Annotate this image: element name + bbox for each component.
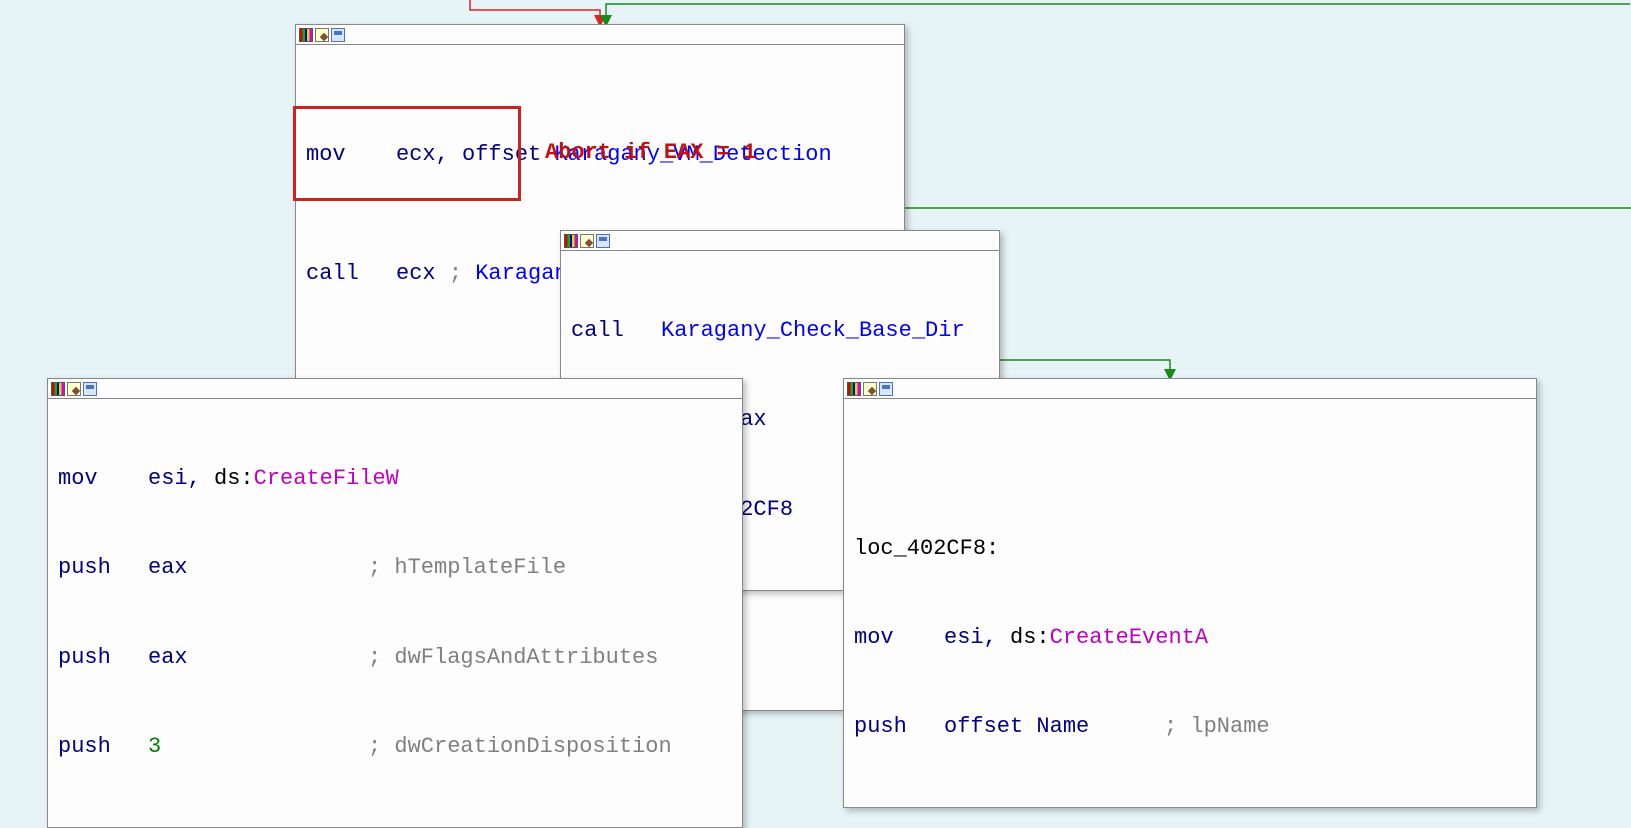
color-palette-icon [51, 382, 65, 396]
operand: Name [1036, 714, 1089, 739]
edit-icon [863, 382, 877, 396]
color-palette-icon [299, 28, 313, 42]
edit-icon [580, 234, 594, 248]
print-icon [83, 382, 97, 396]
print-icon [879, 382, 893, 396]
api-name: CreateFileW [254, 466, 399, 491]
node-titlebar [296, 25, 904, 45]
color-palette-icon [564, 234, 578, 248]
segment: ds: [1010, 625, 1050, 650]
node-titlebar [48, 379, 742, 399]
comment: ; dwFlagsAndAttributes [368, 643, 658, 673]
mnemonic: push [58, 732, 148, 762]
segment: ds: [214, 466, 254, 491]
disasm-body: loc_402CF8: movesi, ds:CreateEventA push… [844, 399, 1536, 807]
immediate: 3 [148, 732, 368, 762]
asm-line: movesi, ds:CreateEventA [854, 623, 1526, 653]
operand-prefix: esi, [944, 625, 1010, 650]
mnemonic: mov [854, 623, 944, 653]
print-icon [596, 234, 610, 248]
disasm-body: movesi, ds:CreateFileW pusheax; hTemplat… [48, 399, 742, 827]
comment-delim: ; [449, 261, 475, 286]
comment: ; lpName [1164, 712, 1270, 742]
asm-line: pushoffset Name ; lpName [854, 712, 1526, 742]
asm-line: push3; dwCreationDisposition [58, 732, 732, 762]
keyword-offset: offset [944, 714, 1036, 739]
operand: eax [148, 643, 368, 673]
node-titlebar [844, 379, 1536, 399]
node-titlebar [561, 231, 999, 251]
color-palette-icon [847, 382, 861, 396]
asm-line: callKaragany_Check_Base_Dir [571, 316, 989, 346]
mnemonic: call [571, 316, 661, 346]
mnemonic: mov [58, 464, 148, 494]
asm-label: loc_402CF8: [854, 534, 1526, 564]
comment: ; dwCreationDisposition [368, 732, 672, 762]
label: loc_402CF8: [854, 534, 999, 564]
asm-line: movesi, ds:CreateFileW [58, 464, 732, 494]
operand: ecx [396, 261, 449, 286]
disasm-block-3[interactable]: movesi, ds:CreateFileW pusheax; hTemplat… [47, 378, 743, 828]
mnemonic: mov [306, 140, 396, 170]
edit-icon [67, 382, 81, 396]
annotation-text: Abort if EAX = 1 [545, 140, 756, 165]
operand-prefix: ecx, [396, 142, 462, 167]
print-icon [331, 28, 345, 42]
api-name: CreateEventA [1050, 625, 1208, 650]
edit-icon [315, 28, 329, 42]
mnemonic: push [58, 643, 148, 673]
symbol: Karagany_Check_Base_Dir [661, 318, 965, 343]
mnemonic: push [854, 712, 944, 742]
operand-prefix: esi, [148, 466, 214, 491]
asm-line: pusheax; dwFlagsAndAttributes [58, 643, 732, 673]
keyword-offset: offset [462, 142, 554, 167]
disasm-block-4[interactable]: loc_402CF8: movesi, ds:CreateEventA push… [843, 378, 1537, 808]
mnemonic: call [306, 259, 396, 289]
